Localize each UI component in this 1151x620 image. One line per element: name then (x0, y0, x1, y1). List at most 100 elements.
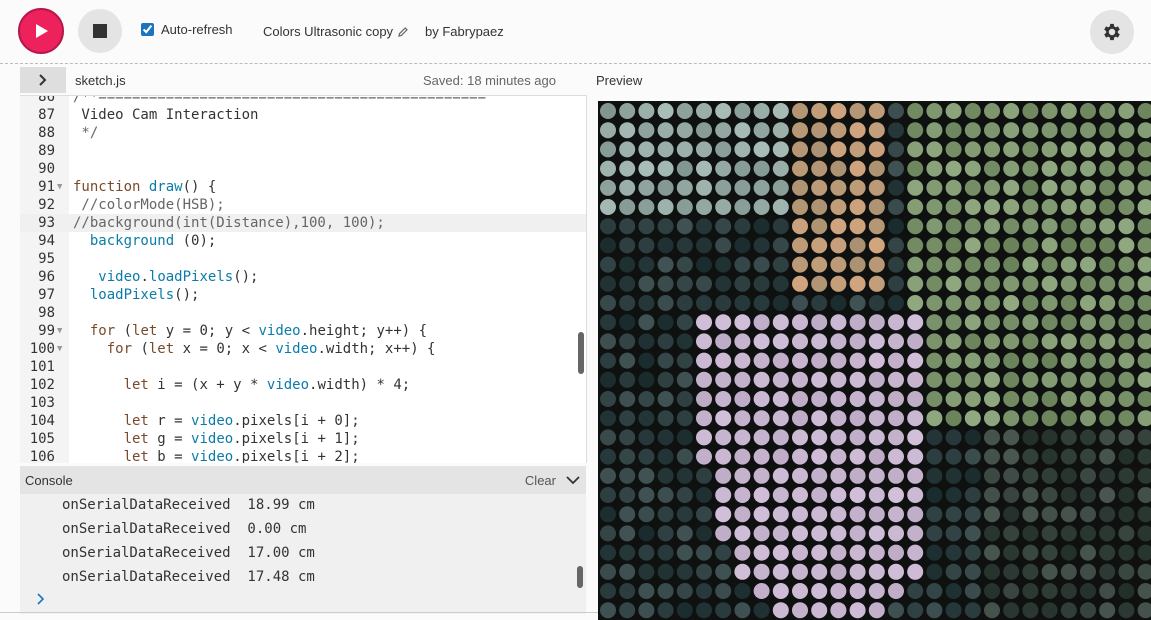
preview-pixel-dot (600, 506, 616, 523)
preview-pixel-dot (734, 103, 751, 119)
preview-pixel-dot (907, 179, 924, 196)
preview-pixel-dot (926, 352, 943, 369)
preview-pixel-dot (849, 506, 866, 523)
preview-pixel-dot (753, 275, 770, 292)
preview-pixel-dot (676, 410, 693, 427)
preview-pixel-dot (1060, 410, 1077, 427)
preview-pixel-dot (868, 199, 885, 215)
preview-pixel-dot (1118, 487, 1135, 503)
auto-refresh-checkbox[interactable] (141, 23, 154, 36)
pencil-icon[interactable] (397, 26, 409, 38)
preview-pixel-dot (1060, 544, 1077, 561)
preview-pixel-dot (792, 141, 808, 158)
preview-pixel-dot (1041, 295, 1058, 311)
preview-pixel-dot (926, 122, 943, 139)
preview-pixel-dot (1099, 275, 1116, 292)
preview-pixel-dot (657, 352, 674, 369)
preview-pixel-dot (1022, 314, 1039, 331)
preview-pixel-dot (1003, 448, 1020, 465)
preview-pixel-dot (849, 199, 866, 215)
preview-pixel-dot (811, 103, 828, 119)
preview-pixel-dot (926, 275, 943, 292)
preview-pixel-dot (945, 122, 962, 139)
preview-pixel-dot (964, 487, 981, 503)
preview-pixel-dot (945, 275, 962, 292)
preview-pixel-dot (888, 429, 904, 446)
preview-pixel-dot (1003, 544, 1020, 561)
preview-pixel-dot (638, 544, 655, 561)
preview-pixel-dot (772, 448, 789, 465)
preview-pixel-dot (830, 218, 847, 235)
console-scrollbar[interactable] (577, 566, 583, 588)
preview-pixel-dot (945, 448, 962, 465)
preview-pixel-dot (772, 467, 789, 484)
preview-pixel-dot (1041, 448, 1058, 465)
preview-pixel-dot (792, 295, 808, 311)
preview-pixel-dot (600, 122, 616, 139)
preview-pixel-dot (657, 583, 674, 599)
preview-pixel-dot (926, 467, 943, 484)
preview-pixel-dot (945, 237, 962, 254)
preview-pixel-dot (1022, 563, 1039, 580)
preview-pixel-dot (619, 122, 636, 139)
preview-pixel-dot (696, 141, 712, 158)
auto-refresh-toggle[interactable]: Auto-refresh (141, 22, 233, 37)
preview-pixel-dot (1041, 352, 1058, 369)
play-icon (36, 24, 48, 38)
preview-pixel-dot (1080, 391, 1096, 407)
preview-pixel-dot (753, 333, 770, 350)
stop-button[interactable] (78, 9, 122, 53)
preview-pixel-dot (926, 295, 943, 311)
preview-pixel-dot (811, 122, 828, 139)
preview-pixel-dot (945, 199, 962, 215)
sketch-preview[interactable] (598, 101, 1151, 620)
preview-pixel-dot (1060, 506, 1077, 523)
preview-pixel-dot (964, 295, 981, 311)
project-name[interactable]: Colors Ultrasonic copy (263, 24, 409, 39)
preview-pixel-dot (964, 333, 981, 350)
preview-pixel-dot (926, 506, 943, 523)
preview-pixel-dot (657, 525, 674, 542)
fold-toggle[interactable]: ▼ (57, 178, 67, 196)
code-line: 98 (20, 304, 586, 322)
preview-pixel-dot (600, 544, 616, 561)
preview-pixel-dot (715, 218, 732, 235)
preview-pixel-dot (964, 314, 981, 331)
author-name[interactable]: by Fabrypaez (425, 24, 504, 39)
preview-pixel-dot (792, 352, 808, 369)
play-button[interactable] (18, 8, 64, 54)
code-line: 103 (20, 394, 586, 412)
preview-pixel-dot (830, 103, 847, 119)
preview-pixel-dot (715, 295, 732, 311)
fold-toggle[interactable]: ▼ (57, 340, 67, 358)
preview-pixel-dot (888, 506, 904, 523)
preview-pixel-dot (657, 237, 674, 254)
code-line: 106 let b = video.pixels[i + 2]; (20, 448, 586, 463)
preview-pixel-dot (907, 410, 924, 427)
chevron-down-icon[interactable] (566, 473, 580, 487)
preview-pixel-dot (657, 563, 674, 580)
preview-pixel-dot (984, 103, 1000, 119)
code-line: 96 video.loadPixels(); (20, 268, 586, 286)
preview-pixel-dot (1041, 179, 1058, 196)
preview-pixel-dot (638, 141, 655, 158)
file-name[interactable]: sketch.js (75, 73, 126, 88)
preview-pixel-dot (657, 410, 674, 427)
preview-pixel-dot (600, 448, 616, 465)
preview-pixel-dot (753, 544, 770, 561)
preview-pixel-dot (715, 160, 732, 177)
preview-pixel-dot (1137, 237, 1151, 254)
preview-pixel-dot (657, 544, 674, 561)
editor-scrollbar[interactable] (578, 332, 584, 374)
preview-pixel-dot (792, 160, 808, 177)
sidebar-toggle-button[interactable] (20, 67, 66, 93)
preview-pixel-dot (868, 448, 885, 465)
preview-pixel-dot (1041, 199, 1058, 215)
code-editor[interactable]: 86 /**===================================… (20, 95, 587, 463)
preview-pixel-dot (792, 103, 808, 119)
preview-pixel-dot (753, 563, 770, 580)
settings-button[interactable] (1090, 10, 1134, 54)
console-clear-button[interactable]: Clear (525, 473, 556, 488)
preview-pixel-dot (696, 371, 712, 388)
fold-toggle[interactable]: ▼ (57, 322, 67, 340)
